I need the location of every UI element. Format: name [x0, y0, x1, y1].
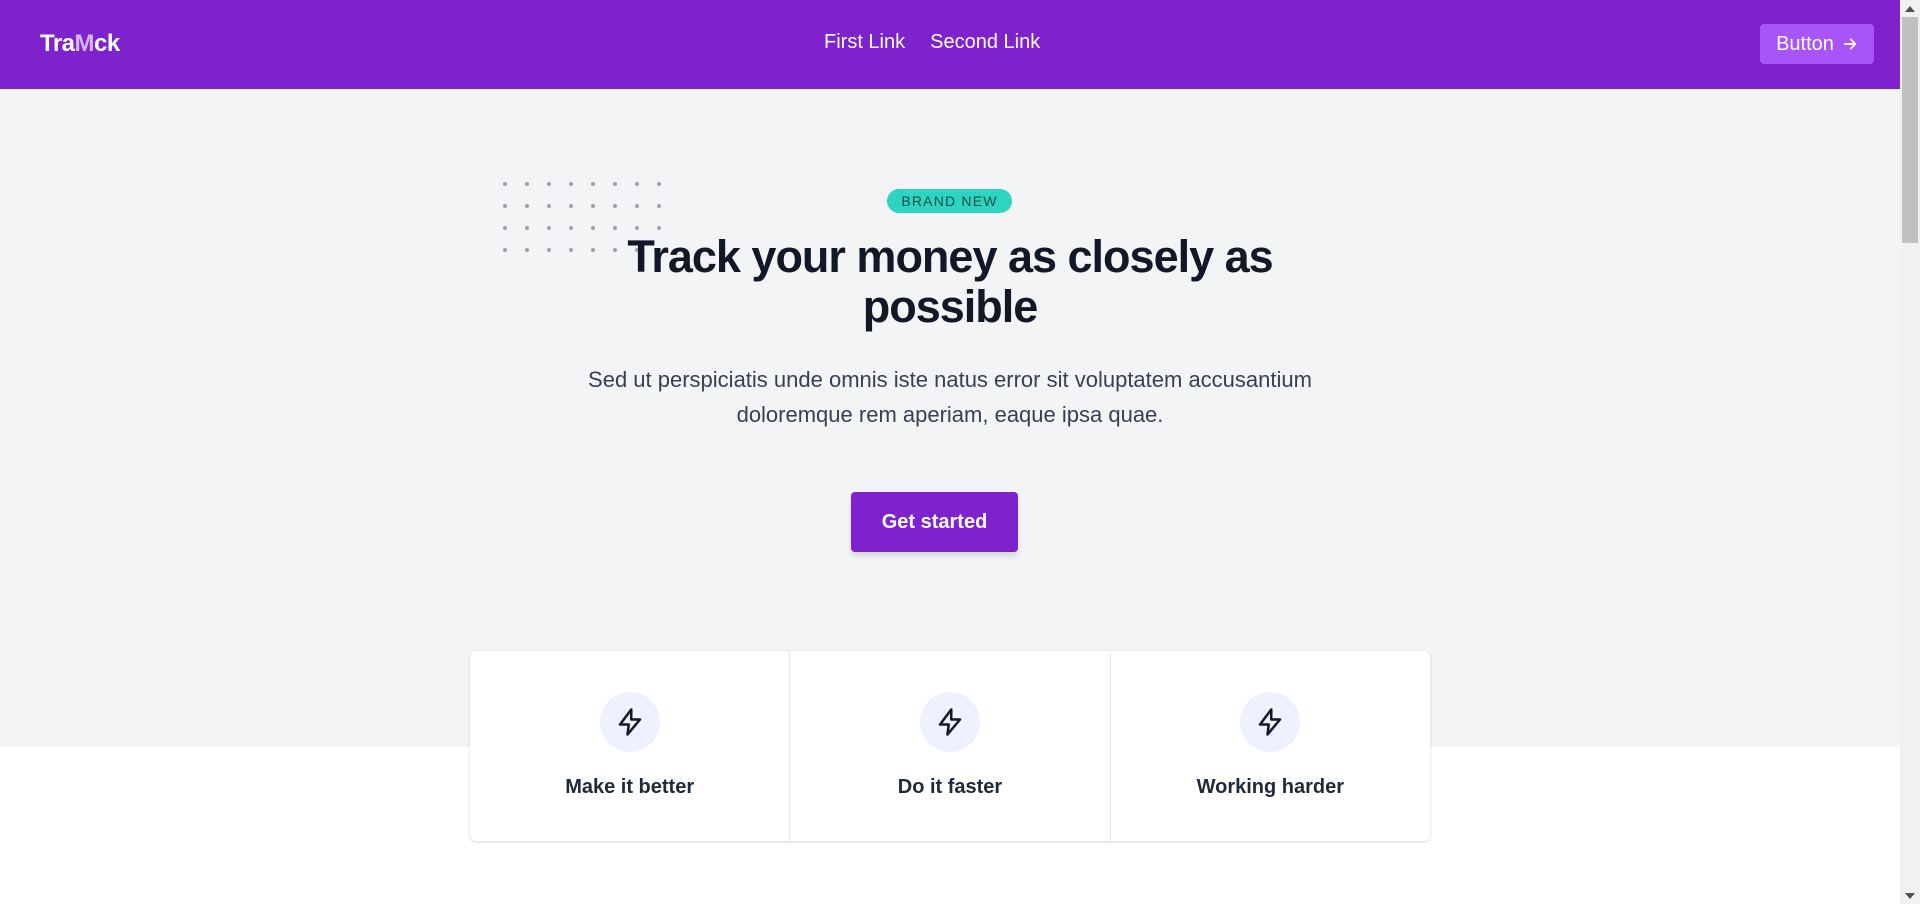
feature-icon-circle [599, 692, 660, 752]
header-button[interactable]: Button [1760, 24, 1874, 64]
header-button-label: Button [1776, 32, 1834, 55]
hero-headline: Track your money as closely as possible [627, 231, 1273, 332]
lightning-icon [618, 708, 641, 736]
brand-text-part1: Tra [40, 30, 75, 57]
feature-title: Make it better [565, 776, 695, 798]
brand-logo[interactable]: TraMck [40, 30, 120, 58]
feature-item: Do it faster [789, 651, 1109, 841]
nav-links: First Link Second Link [824, 31, 1040, 54]
feature-title: Working harder [1196, 776, 1345, 798]
page: TraMck First Link Second Link Button BRA… [0, 0, 1920, 904]
vertical-scrollbar[interactable] [1900, 0, 1920, 904]
brand-text-highlight: M [74, 30, 95, 57]
nav-link-second[interactable]: Second Link [930, 31, 1040, 54]
lightning-icon [1259, 708, 1282, 736]
lightning-icon [938, 708, 962, 736]
feature-item: Working harder [1109, 651, 1430, 841]
features-card: Make it better Do it faster Working hard… [470, 651, 1430, 841]
feature-item: Make it better [470, 651, 789, 841]
feature-icon-circle [919, 692, 980, 752]
scroll-up-arrow-icon[interactable] [1900, 0, 1920, 17]
brand-new-badge: BRAND NEW [887, 189, 1012, 213]
arrow-right-icon [1843, 38, 1857, 50]
scrollbar-thumb[interactable] [1902, 17, 1918, 243]
scroll-down-arrow-icon[interactable] [1900, 887, 1920, 904]
feature-title: Do it faster [897, 776, 1003, 798]
brand-text-part2: ck [94, 30, 120, 57]
feature-icon-circle [1240, 692, 1301, 752]
nav-link-first[interactable]: First Link [824, 31, 905, 54]
get-started-button[interactable]: Get started [851, 492, 1018, 552]
top-navbar: TraMck First Link Second Link Button [0, 0, 1900, 89]
hero-subtext: Sed ut perspiciatis unde omnis iste natu… [588, 367, 1312, 427]
